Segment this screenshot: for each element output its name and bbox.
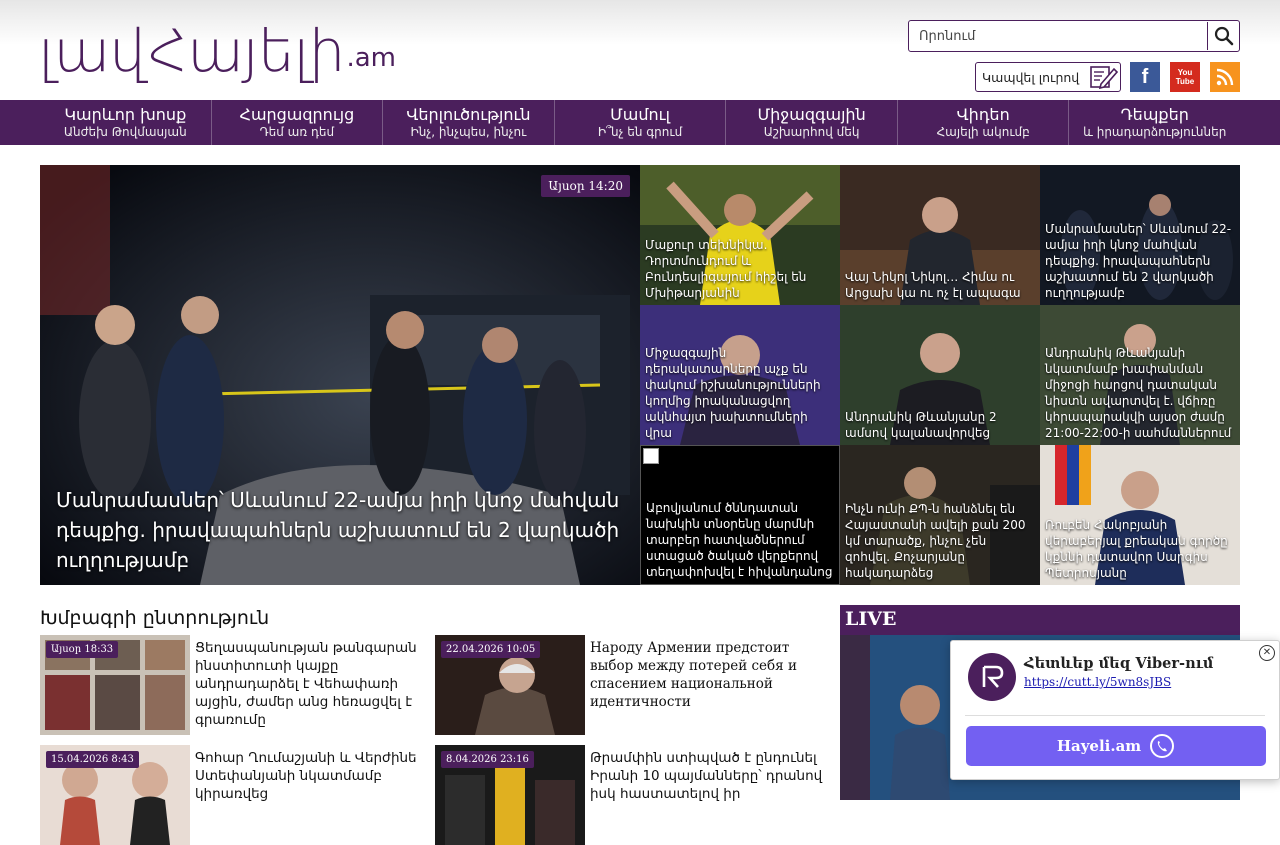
nav-item-interview[interactable]: Հարցազրույց Դեմ առ դեմ — [210, 100, 383, 145]
live-label: LIVE — [845, 608, 897, 630]
viber-title: Հետևեք մեզ Viber-ում — [1024, 655, 1214, 672]
news-tile[interactable]: Մաքուր տեխնիկա. Դորտմունդում և Բունդեսլի… — [640, 165, 840, 305]
news-grid: Մաքուր տեխնիկա. Դորտմունդում և Բունդեսլի… — [640, 165, 1240, 585]
editor-card[interactable]: Այսօր 18:33 Ցեղասպանության թանգարան ինստ… — [40, 635, 430, 735]
news-tile[interactable]: Ինչն ունի ՔՊ-ն հանձնել են Հայաստանի ավել… — [840, 445, 1040, 585]
news-tile[interactable]: Մանրամասներ՝ Սևանում 22-ամյա իղի կնոջ մա… — [1040, 165, 1240, 305]
main-navigation: Կարևոր խոսք Անժեխ Թովմասյան Հարցազրույց Դե… — [0, 100, 1280, 145]
tile-title: Ինչն ունի ՔՊ-ն հանձնել են Հայաստանի ավել… — [845, 502, 1026, 580]
news-tile[interactable]: Անդրանիկ Թևանյանի նկատմամբ խափանման միջո… — [1040, 305, 1240, 445]
nav-item-press[interactable]: Մամուլ Ի՞նչ են գրում — [553, 100, 726, 145]
search-box — [908, 20, 1240, 52]
hero-article[interactable]: Այսօր 14:20 Մանրամասներ՝ Սևանում 22-ամյա… — [40, 165, 640, 585]
contact-news-label: Կապվել լուրով — [982, 69, 1080, 85]
tile-title: Վայ Նիկոլ Նիկոլ… Հիմա ու Արցախ կա ու ոչ … — [845, 270, 1021, 300]
news-tile[interactable]: Ռուբեն Հակոբյանի վերաբերյալ քրեական գործ… — [1040, 445, 1240, 585]
site-header: լավՀայելի .am Կապվել լուրով f You Tube — [0, 0, 1280, 100]
close-icon[interactable]: ✕ — [1259, 645, 1275, 661]
viber-link[interactable]: https://cutt.ly/5wn8sJBS — [1024, 675, 1171, 689]
nav-item-analysis[interactable]: Վերլուծություն Ինչ, ինչպես, ինչու — [382, 100, 554, 145]
tile-title: Ռուբեն Հակոբյանի վերաբերյալ քրեական գործ… — [1045, 518, 1228, 580]
nav-item-international[interactable]: Միջազգային Աշխարհով մեկ — [725, 100, 897, 145]
tile-title: Միջազգային դերակատարները աչք են փակում ի… — [645, 346, 821, 440]
news-tile[interactable]: Միջազգային դերակատարները աչք են փակում ի… — [640, 305, 840, 445]
facebook-icon[interactable]: f — [1130, 62, 1160, 92]
hero-date-badge: Այսօր 14:20 — [541, 175, 630, 197]
nav-item-important[interactable]: Կարևոր խոսք Անժեխ Թովմասյան — [40, 100, 211, 145]
card-date-badge: 22.04.2026 10:05 — [441, 641, 541, 658]
tile-title: Մաքուր տեխնիկա. Դորտմունդում և Բունդեսլի… — [645, 238, 807, 300]
logo-text: լավՀայելի — [38, 17, 345, 85]
card-title[interactable]: Գոհար Ղումաշյանի և Վերժինե Ստեփանյանի նկ… — [195, 749, 430, 803]
card-date-badge: Այսօր 18:33 — [46, 641, 119, 658]
rss-icon[interactable] — [1210, 62, 1240, 92]
editor-card[interactable]: 22.04.2026 10:05 Народу Армении предстои… — [435, 635, 825, 735]
contact-news-button[interactable]: Կապվել լուրով — [975, 62, 1121, 92]
card-date-badge: 15.04.2026 8:43 — [46, 751, 139, 768]
editor-card[interactable]: 15.04.2026 8:43 Գոհար Ղումաշյանի և Վերժի… — [40, 745, 430, 845]
editors-choice-title: Խմբագրի ընտրություն — [40, 607, 270, 629]
tile-title: Անդրանիկ Թևանյանը 2 ամսով կալանավորվեց — [845, 410, 997, 440]
youtube-icon[interactable]: You Tube — [1170, 62, 1200, 92]
tile-title: Անդրանիկ Թևանյանի նկատմամբ խափանման միջո… — [1045, 346, 1232, 440]
news-tile[interactable]: Աբովյանում ծննդատան նախկին տնօրենը մարմն… — [640, 445, 840, 585]
nav-item-video[interactable]: Վիդեո Հայելի ակումբ — [896, 100, 1069, 145]
divider — [965, 715, 1265, 716]
card-title[interactable]: Народу Армении предстоит выбор между пот… — [590, 639, 825, 711]
viber-logo-icon — [968, 653, 1016, 701]
search-input[interactable] — [909, 22, 1207, 50]
editor-card[interactable]: 8.04.2026 23:16 Թրամփին ստիպված է ընդուն… — [435, 745, 825, 845]
hero-title[interactable]: Մանրամասներ՝ Սևանում 22-ամյա իղի կնոջ մա… — [56, 485, 626, 575]
tile-title: Մանրամասներ՝ Սևանում 22-ամյա իղի կնոջ մա… — [1045, 222, 1232, 300]
search-button[interactable] — [1207, 22, 1239, 50]
logo-tld: .am — [346, 43, 396, 73]
nav-item-incidents[interactable]: Դեպքեր և իրադարձություններ — [1068, 100, 1240, 145]
news-tile[interactable]: Վայ Նիկոլ Նիկոլ… Հիմա ու Արցախ կա ու ոչ … — [840, 165, 1040, 305]
news-tile[interactable]: Անդրանիկ Թևանյանը 2 ամսով կալանավորվեց — [840, 305, 1040, 445]
card-title[interactable]: Թրամփին ստիպված է ընդունել Իրանի 10 պայմ… — [590, 749, 825, 803]
edit-icon — [1090, 66, 1118, 90]
site-logo[interactable]: լավՀայելի .am — [38, 18, 396, 82]
viber-phone-icon — [1150, 734, 1175, 758]
card-title[interactable]: Ցեղասպանության թանգարան ինստիտուտի կայքը… — [195, 639, 430, 729]
broken-image-icon — [643, 448, 659, 464]
viber-subscribe-button[interactable]: Hayeli.am — [966, 726, 1266, 766]
search-icon — [1214, 26, 1233, 46]
tile-title: Աբովյանում ծննդատան նախկին տնօրենը մարմն… — [646, 501, 833, 579]
card-date-badge: 8.04.2026 23:16 — [441, 751, 534, 768]
viber-popup: ✕ Հետևեք մեզ Viber-ում https://cutt.ly/5… — [950, 640, 1280, 780]
